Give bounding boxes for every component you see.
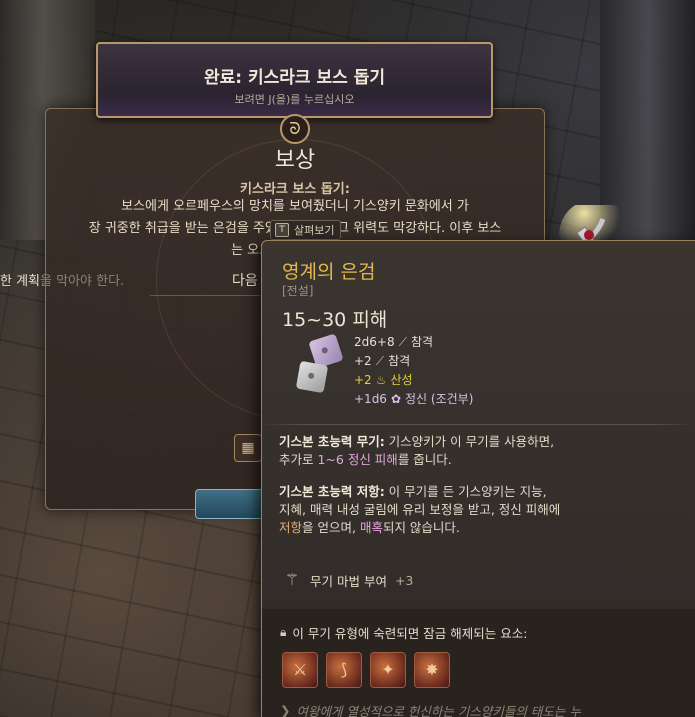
flourish-icon[interactable]: ✸ (414, 652, 450, 688)
item-rarity: [전설] (282, 284, 314, 298)
divider (262, 424, 695, 425)
cleave-action-icon[interactable]: ⟆ (326, 652, 362, 688)
quest-description-line: 보스에게 오르페우스의 망치를 보여줬더니 기스양키 문화에서 가 (121, 199, 469, 214)
slashing-icon: ⟋ (398, 335, 407, 349)
inspect-hint[interactable]: T 살펴보기 (270, 220, 342, 240)
damage-line: +2 ⟋ 참격 (354, 352, 473, 371)
slashing-icon: ⟋ (375, 354, 385, 368)
acid-icon: ♨ (375, 373, 387, 387)
psychic-icon: ✿ (390, 392, 402, 406)
damage-line: +2 ♨ 산성 (354, 371, 473, 390)
damage-line: 2d6+8 ⟋ 참격 (354, 333, 473, 352)
quest-complete-title: 완료: 키스라크 보스 돕기 (204, 68, 385, 88)
divider (150, 295, 260, 296)
key-t-icon: T (275, 223, 289, 237)
accept-button[interactable] (195, 489, 265, 519)
unlock-header: 🔒︎ 이 무기 유형에 숙련되면 잠금 해제되는 요소: (280, 625, 528, 641)
passive-githborn-weapon[interactable]: 기스본 초능력 무기: 기스양키가 이 무기를 사용하면, 추가로 1~6 정신… (279, 433, 569, 469)
dice-icon (295, 360, 329, 394)
enchantment-icon: ⚚ (284, 570, 300, 589)
journal-hint: 보려면 J(을)를 누르십시오 (234, 93, 355, 106)
flavor-text: ❯ 여왕에게 열성적으로 헌신하는 기스양키들의 태도는 누 (280, 703, 581, 717)
inspect-label: 살펴보기 (294, 224, 335, 237)
pommel-strike-icon[interactable]: ✦ (370, 652, 406, 688)
passive-githborn-resistance[interactable]: 기스본 초능력 저항: 이 무기를 든 기스양키는 지능, 지혜, 매력 내성 … (279, 483, 561, 537)
quest-emblem-icon: ᘐ (280, 114, 310, 144)
proficiency-unlock-section: 🔒︎ 이 무기 유형에 숙련되면 잠금 해제되는 요소: ⚔ ⟆ ✦ ✸ ❯ 여… (262, 609, 695, 717)
item-tooltip: 영계의 은검 [전설] 15~30 피해 2d6+8 ⟋ 참격 +2 ⟋ 참격 … (261, 240, 695, 717)
damage-breakdown: 2d6+8 ⟋ 참격 +2 ⟋ 참격 +2 ♨ 산성 +1d6 ✿ 정신 (조건… (354, 333, 473, 409)
feather-icon: ❯ (280, 703, 291, 717)
quest-complete-banner[interactable]: 완료: 키스라크 보스 돕기 보려면 J(을)를 누르십시오 (96, 42, 493, 118)
reward-item-slot[interactable]: ▦ (234, 434, 262, 462)
quest-name: 키스라크 보스 돕기: (240, 182, 350, 197)
item-name: 영계의 은검 (282, 261, 376, 283)
weapon-actions: ⚔ ⟆ ✦ ✸ (282, 652, 450, 688)
weapon-enchantment: ⚚ 무기 마법 부여 +3 (282, 570, 414, 590)
quest-description-continued: 한 계획을 막아야 한다. (0, 274, 125, 289)
slash-action-icon[interactable]: ⚔ (282, 652, 318, 688)
next-label: 다음 (232, 273, 258, 289)
item-damage-range: 15~30 피해 (282, 309, 388, 331)
reward-heading: 보상 (274, 148, 316, 173)
damage-line: +1d6 ✿ 정신 (조건부) (354, 390, 473, 409)
lock-icon: 🔒︎ (280, 625, 287, 639)
